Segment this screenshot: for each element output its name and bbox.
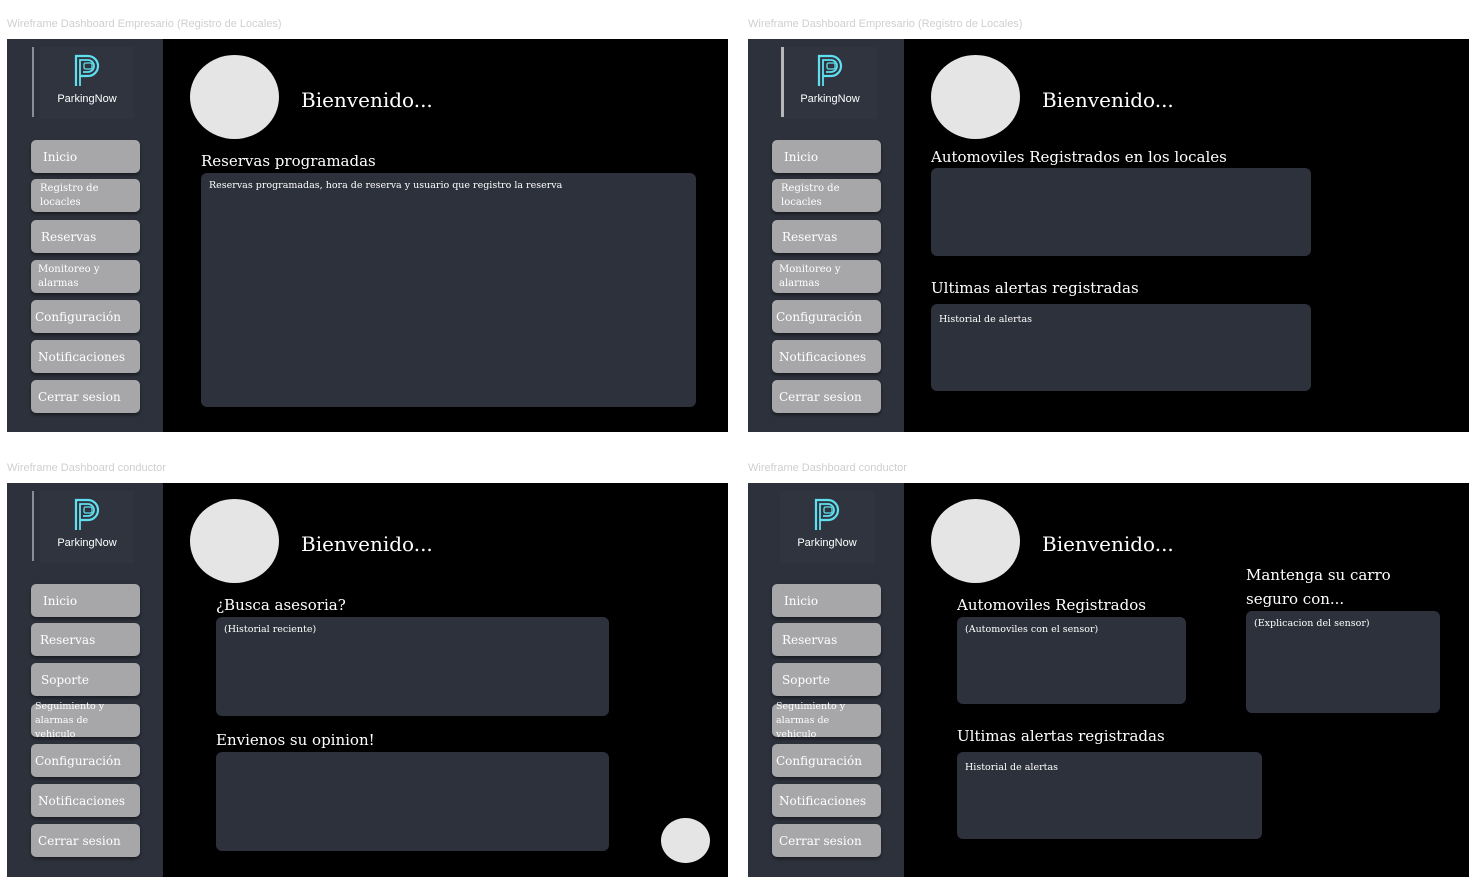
nav-cerrar-sesion-button[interactable]: Cerrar sesion — [772, 380, 881, 413]
logo-text: ParkingNow — [797, 537, 857, 549]
nav-cerrar-sesion-button[interactable]: Cerrar sesion — [772, 824, 881, 857]
frame-label: Wireframe Dashboard Empresario (Registro… — [7, 18, 282, 30]
alertas-panel: Historial de alertas — [957, 752, 1262, 839]
nav-seguimiento-button[interactable]: Seguimiento y alarmas de vehiculo — [31, 701, 140, 740]
section-title: Automoviles Registrados en los locales — [931, 148, 1227, 166]
logo-text: ParkingNow — [800, 93, 860, 105]
nav-reservas-button[interactable]: Reservas — [772, 220, 881, 253]
nav-registro-locales-button[interactable]: Registro de locacles — [31, 179, 140, 212]
sensor-panel: (Explicacion del sensor) — [1246, 611, 1440, 713]
user-avatar[interactable] — [190, 499, 279, 583]
dashboard-frame-empresario-reservas: ParkingNow Inicio Registro de locacles R… — [7, 39, 728, 432]
section-title: Ultimas alertas registradas — [957, 727, 1165, 745]
frame-label: Wireframe Dashboard conductor — [7, 462, 166, 474]
nav-inicio-button[interactable]: Inicio — [772, 584, 881, 617]
section-title: Automoviles Registrados — [957, 596, 1146, 614]
panel-text: (Explicacion del sensor) — [1254, 618, 1370, 629]
user-avatar[interactable] — [190, 55, 279, 139]
nav-soporte-button[interactable]: Soporte — [772, 663, 881, 696]
nav-cerrar-sesion-button[interactable]: Cerrar sesion — [31, 380, 140, 413]
divider — [32, 47, 34, 117]
logo[interactable]: ParkingNow — [32, 491, 134, 563]
nav-reservas-button[interactable]: Reservas — [772, 623, 881, 656]
panel-text: Historial de alertas — [939, 314, 1032, 325]
reservas-panel: Reservas programadas, hora de reserva y … — [201, 173, 696, 407]
nav-notificaciones-button[interactable]: Notificaciones — [31, 340, 140, 373]
nav-configuracion-button[interactable]: Configuración — [31, 300, 140, 333]
dashboard-frame-conductor-alertas: ParkingNow Inicio Reservas Soporte Segui… — [748, 483, 1469, 877]
nav-inicio-button[interactable]: Inicio — [31, 140, 140, 173]
sidebar: ParkingNow Inicio Registro de locacles R… — [7, 39, 163, 432]
automoviles-panel — [931, 168, 1311, 256]
section-title: Mantenga su carro seguro con... — [1246, 566, 1391, 608]
panel-text: (Automoviles con el sensor) — [965, 624, 1099, 635]
opinion-input[interactable] — [216, 752, 609, 851]
frame-label: Wireframe Dashboard Empresario (Registro… — [748, 18, 1023, 30]
welcome-heading: Bienvenido... — [1042, 88, 1174, 112]
parking-logo-icon — [817, 54, 843, 86]
nav-configuracion-button[interactable]: Configuración — [772, 300, 881, 333]
logo-text: ParkingNow — [57, 93, 117, 105]
nav-reservas-button[interactable]: Reservas — [31, 623, 140, 656]
dashboard-frame-empresario-alertas: ParkingNow Inicio Registro de locacles R… — [748, 39, 1469, 432]
parking-logo-icon — [74, 54, 100, 86]
sidebar: ParkingNow Inicio Reservas Soporte Segui… — [7, 483, 163, 877]
user-avatar[interactable] — [931, 499, 1020, 583]
nav-inicio-button[interactable]: Inicio — [31, 584, 140, 617]
dashboard-frame-conductor-soporte: ParkingNow Inicio Reservas Soporte Segui… — [7, 483, 728, 877]
parking-logo-icon — [74, 498, 100, 530]
panel-text: (Historial reciente) — [224, 624, 317, 635]
nav-configuracion-button[interactable]: Configuración — [772, 744, 881, 777]
nav-reservas-button[interactable]: Reservas — [31, 220, 140, 253]
nav-notificaciones-button[interactable]: Notificaciones — [772, 784, 881, 817]
logo-text: ParkingNow — [57, 537, 117, 549]
automoviles-panel: (Automoviles con el sensor) — [957, 617, 1186, 704]
welcome-heading: Bienvenido... — [301, 88, 433, 112]
nav-notificaciones-button[interactable]: Notificaciones — [31, 784, 140, 817]
logo[interactable]: ParkingNow — [32, 47, 134, 119]
chat-bubble-button[interactable] — [661, 818, 710, 863]
nav-monitoreo-button[interactable]: Monitoreo y alarmas — [31, 260, 140, 293]
nav-configuracion-button[interactable]: Configuración — [31, 744, 140, 777]
user-avatar[interactable] — [931, 55, 1020, 139]
logo[interactable]: ParkingNow — [781, 47, 877, 119]
nav-monitoreo-button[interactable]: Monitoreo y alarmas — [772, 260, 881, 293]
section-title: ¿Busca asesoria? — [216, 596, 346, 614]
welcome-heading: Bienvenido... — [1042, 532, 1174, 556]
logo[interactable]: ParkingNow — [780, 491, 874, 563]
asesoria-panel: (Historial reciente) — [216, 617, 609, 716]
sidebar: ParkingNow Inicio Registro de locacles R… — [748, 39, 904, 432]
nav-seguimiento-button[interactable]: Seguimiento y alarmas de vehiculo — [772, 701, 881, 740]
divider — [781, 47, 784, 117]
alertas-panel: Historial de alertas — [931, 304, 1311, 391]
panel-text: Reservas programadas, hora de reserva y … — [209, 180, 563, 191]
panel-text: Historial de alertas — [965, 762, 1058, 773]
section-title: Ultimas alertas registradas — [931, 279, 1139, 297]
welcome-heading: Bienvenido... — [301, 532, 433, 556]
nav-soporte-button[interactable]: Soporte — [31, 663, 140, 696]
frame-label: Wireframe Dashboard conductor — [748, 462, 907, 474]
nav-notificaciones-button[interactable]: Notificaciones — [772, 340, 881, 373]
parking-logo-icon — [814, 498, 840, 530]
nav-registro-locales-button[interactable]: Registro de locacles — [772, 179, 881, 212]
nav-inicio-button[interactable]: Inicio — [772, 140, 881, 173]
section-title: Envienos su opinion! — [216, 731, 375, 749]
divider — [32, 491, 34, 561]
nav-cerrar-sesion-button[interactable]: Cerrar sesion — [31, 824, 140, 857]
sidebar: ParkingNow Inicio Reservas Soporte Segui… — [748, 483, 904, 877]
section-title: Reservas programadas — [201, 152, 376, 170]
